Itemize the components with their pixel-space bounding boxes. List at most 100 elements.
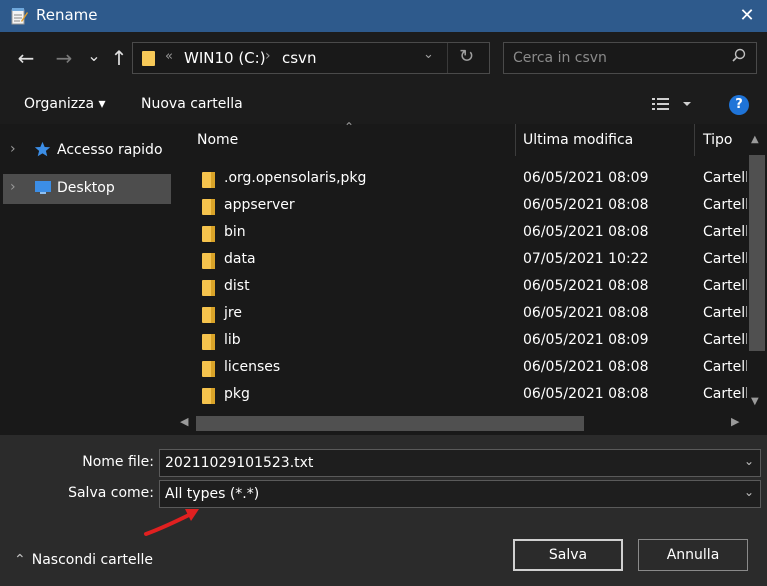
table-row[interactable]: dist 06/05/2021 08:08 Cartell bbox=[174, 274, 749, 301]
folder-icon bbox=[142, 51, 155, 66]
filename-label: Nome file: bbox=[82, 454, 154, 470]
scroll-right-icon[interactable]: ▶ bbox=[731, 415, 739, 428]
column-divider[interactable] bbox=[515, 124, 516, 156]
hide-folders-label: Nascondi cartelle bbox=[31, 552, 153, 568]
expand-chevron-icon[interactable]: › bbox=[10, 179, 16, 195]
sort-ascending-icon: ⌃ bbox=[344, 120, 355, 134]
expand-chevron-icon[interactable]: › bbox=[10, 141, 16, 157]
new-folder-button[interactable]: Nuova cartella bbox=[141, 96, 243, 112]
folder-icon bbox=[202, 226, 215, 242]
search-icon[interactable] bbox=[731, 48, 747, 64]
folder-icon bbox=[202, 280, 215, 296]
file-name: dist bbox=[224, 278, 250, 294]
file-list: ⌃ Nome Ultima modifica Tipo .org.opensol… bbox=[174, 120, 767, 435]
file-date: 06/05/2021 08:08 bbox=[523, 278, 649, 294]
column-header-name[interactable]: Nome bbox=[197, 132, 238, 148]
view-options-icon[interactable] bbox=[652, 94, 692, 114]
forward-arrow-icon[interactable]: → bbox=[50, 42, 78, 74]
recent-locations-chevron-icon[interactable]: ⌄ bbox=[84, 40, 104, 72]
hide-folders-toggle[interactable]: ⌃ Nascondi cartelle bbox=[14, 552, 153, 568]
annotation-arrow-icon bbox=[144, 509, 199, 536]
close-icon[interactable]: ✕ bbox=[734, 4, 760, 28]
desktop-icon bbox=[35, 181, 51, 194]
file-name: appserver bbox=[224, 197, 295, 213]
table-row[interactable]: licenses 06/05/2021 08:08 Cartell bbox=[174, 355, 749, 382]
file-name: jre bbox=[224, 305, 242, 321]
column-header-modified[interactable]: Ultima modifica bbox=[523, 132, 633, 148]
file-name: lib bbox=[224, 332, 241, 348]
file-name: licenses bbox=[224, 359, 281, 375]
folder-icon bbox=[202, 307, 215, 323]
address-bar[interactable]: « WIN10 (C:) › csvn ⌄ ↻ bbox=[132, 42, 490, 74]
file-type: Cartell bbox=[703, 305, 749, 321]
table-row[interactable]: lib 06/05/2021 08:09 Cartell bbox=[174, 328, 749, 355]
table-row[interactable]: appserver 06/05/2021 08:08 Cartell bbox=[174, 193, 749, 220]
save-button[interactable]: Salva bbox=[513, 539, 623, 571]
file-date: 06/05/2021 08:09 bbox=[523, 332, 649, 348]
folder-icon bbox=[202, 172, 215, 188]
folder-icon bbox=[202, 361, 215, 377]
star-icon bbox=[34, 141, 51, 157]
file-type: Cartell bbox=[703, 278, 749, 294]
folder-icon bbox=[202, 253, 215, 269]
sidebar-item-label: Accesso rapido bbox=[57, 142, 163, 158]
save-form: Nome file: 20211029101523.txt ⌄ Salva co… bbox=[0, 435, 767, 586]
file-name: .org.opensolaris,pkg bbox=[224, 170, 367, 186]
scroll-up-icon[interactable]: ▲ bbox=[751, 134, 759, 145]
chevron-down-icon[interactable]: ⌄ bbox=[744, 485, 754, 499]
cancel-button[interactable]: Annulla bbox=[638, 539, 748, 571]
scrollbar-thumb[interactable] bbox=[749, 155, 765, 351]
table-row[interactable]: bin 06/05/2021 08:08 Cartell bbox=[174, 220, 749, 247]
table-row[interactable]: data 07/05/2021 10:22 Cartell bbox=[174, 247, 749, 274]
sidebar-item-label: Desktop bbox=[57, 180, 115, 196]
organize-button[interactable]: Organizza ▾ bbox=[24, 96, 106, 112]
column-divider[interactable] bbox=[694, 124, 695, 156]
filename-value: 20211029101523.txt bbox=[165, 455, 314, 471]
breadcrumb-overflow[interactable]: « bbox=[165, 49, 173, 64]
folder-icon bbox=[202, 199, 215, 215]
table-row[interactable]: jre 06/05/2021 08:08 Cartell bbox=[174, 301, 749, 328]
file-date: 06/05/2021 08:08 bbox=[523, 359, 649, 375]
horizontal-scrollbar[interactable]: ◀ ▶ bbox=[174, 412, 747, 435]
folder-icon bbox=[202, 334, 215, 350]
breadcrumb-chevron-icon[interactable]: › bbox=[265, 48, 271, 64]
back-arrow-icon[interactable]: ← bbox=[12, 42, 40, 74]
table-row[interactable]: .org.opensolaris,pkg 06/05/2021 08:09 Ca… bbox=[174, 166, 749, 193]
sidebar-item-desktop[interactable]: › Desktop bbox=[3, 174, 171, 204]
file-type: Cartell bbox=[703, 224, 749, 240]
command-toolbar: Organizza ▾ Nuova cartella ? bbox=[0, 88, 767, 124]
column-header-type[interactable]: Tipo bbox=[703, 132, 732, 148]
refresh-icon[interactable]: ↻ bbox=[459, 46, 474, 67]
file-name: data bbox=[224, 251, 256, 267]
search-placeholder: Cerca in csvn bbox=[513, 50, 607, 66]
breadcrumb-folder[interactable]: csvn bbox=[282, 49, 316, 67]
scroll-left-icon[interactable]: ◀ bbox=[180, 415, 188, 428]
file-type: Cartell bbox=[703, 197, 749, 213]
address-dropdown-icon[interactable]: ⌄ bbox=[423, 47, 434, 62]
chevron-down-icon[interactable]: ⌄ bbox=[744, 454, 754, 468]
chevron-up-icon: ⌃ bbox=[14, 552, 26, 568]
up-arrow-icon[interactable]: ↑ bbox=[106, 42, 132, 74]
search-input[interactable]: Cerca in csvn bbox=[503, 42, 757, 74]
scrollbar-thumb[interactable] bbox=[196, 416, 584, 431]
file-name: pkg bbox=[224, 386, 250, 402]
scrollbar-corner bbox=[747, 412, 767, 435]
savetype-value: All types (*.*) bbox=[165, 486, 260, 502]
file-type: Cartell bbox=[703, 170, 749, 186]
vertical-scrollbar[interactable]: ▲ ▼ bbox=[747, 124, 767, 412]
scroll-down-icon[interactable]: ▼ bbox=[751, 396, 759, 407]
help-icon[interactable]: ? bbox=[729, 95, 749, 115]
savetype-select[interactable]: All types (*.*) ⌄ bbox=[159, 480, 761, 508]
file-type: Cartell bbox=[703, 386, 749, 402]
file-type: Cartell bbox=[703, 332, 749, 348]
file-type: Cartell bbox=[703, 359, 749, 375]
breadcrumb-drive[interactable]: WIN10 (C:) bbox=[184, 49, 266, 67]
savetype-label: Salva come: bbox=[68, 485, 154, 501]
file-date: 06/05/2021 08:08 bbox=[523, 305, 649, 321]
file-date: 06/05/2021 08:08 bbox=[523, 197, 649, 213]
title-bar: Rename ✕ bbox=[0, 0, 767, 32]
divider bbox=[447, 43, 448, 73]
table-row[interactable]: pkg 06/05/2021 08:08 Cartell bbox=[174, 382, 749, 409]
sidebar-item-quick-access[interactable]: › Accesso rapido bbox=[3, 136, 171, 166]
filename-field[interactable]: 20211029101523.txt ⌄ bbox=[159, 449, 761, 477]
